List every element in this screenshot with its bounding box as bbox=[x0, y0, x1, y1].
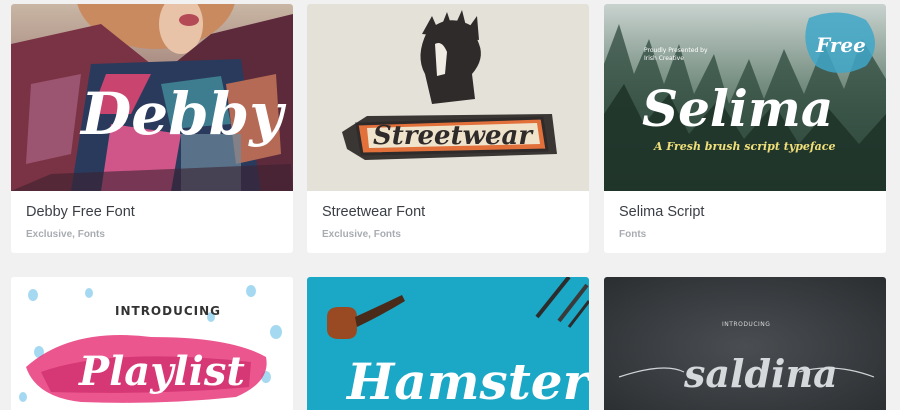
preview-intro-text: INTRODUCING bbox=[115, 304, 221, 318]
font-card-selima[interactable]: Free Proudly Presented by Irish Creative… bbox=[604, 4, 886, 253]
category-link[interactable]: Exclusive bbox=[322, 229, 368, 240]
font-preview-image[interactable]: Hamster bbox=[307, 277, 589, 410]
preview-tagline-text: A Fresh brush script typeface bbox=[653, 140, 835, 153]
font-preview-image[interactable]: INTRODUCING saldina bbox=[604, 277, 886, 410]
preview-intro-text: INTRODUCING bbox=[722, 321, 770, 328]
font-preview-image[interactable]: Streetwear bbox=[307, 4, 589, 191]
preview-word-text: saldina bbox=[683, 351, 838, 396]
card-title[interactable]: Debby Free Font bbox=[26, 204, 278, 220]
font-card-streetwear[interactable]: Streetwear Streetwear Font Exclusive, Fo… bbox=[307, 4, 589, 253]
preview-badge-text: Free bbox=[815, 33, 866, 57]
preview-word-text: Playlist bbox=[78, 348, 245, 395]
font-card-playlist[interactable]: INTRODUCING Playlist bbox=[11, 277, 293, 410]
font-card-hamster[interactable]: Hamster bbox=[307, 277, 589, 410]
font-card-debby[interactable]: Debby Debby Free Font Exclusive, Fonts bbox=[11, 4, 293, 253]
category-link[interactable]: Fonts bbox=[374, 229, 401, 240]
card-categories: Fonts bbox=[619, 229, 871, 241]
card-title[interactable]: Streetwear Font bbox=[322, 204, 574, 220]
preview-credit-text: Irish Creative bbox=[644, 55, 684, 62]
font-preview-image[interactable]: Free Proudly Presented by Irish Creative… bbox=[604, 4, 886, 191]
preview-word-text: Selima bbox=[642, 79, 833, 138]
preview-word-text: Streetwear bbox=[373, 121, 534, 151]
preview-credit-text: Proudly Presented by bbox=[644, 47, 708, 54]
card-title[interactable]: Selima Script bbox=[619, 204, 871, 220]
preview-word-text: Hamster bbox=[345, 352, 589, 410]
card-categories: Exclusive, Fonts bbox=[322, 229, 401, 240]
category-link[interactable]: Fonts bbox=[78, 229, 105, 240]
font-preview-image[interactable]: Debby bbox=[11, 4, 293, 191]
category-link[interactable]: Exclusive bbox=[26, 229, 72, 240]
font-card-saldina[interactable]: INTRODUCING saldina bbox=[604, 277, 886, 410]
preview-word-text: Debby bbox=[79, 80, 287, 148]
font-preview-image[interactable]: INTRODUCING Playlist bbox=[11, 277, 293, 410]
category-link[interactable]: Fonts bbox=[619, 229, 646, 240]
card-categories: Exclusive, Fonts bbox=[26, 229, 105, 240]
